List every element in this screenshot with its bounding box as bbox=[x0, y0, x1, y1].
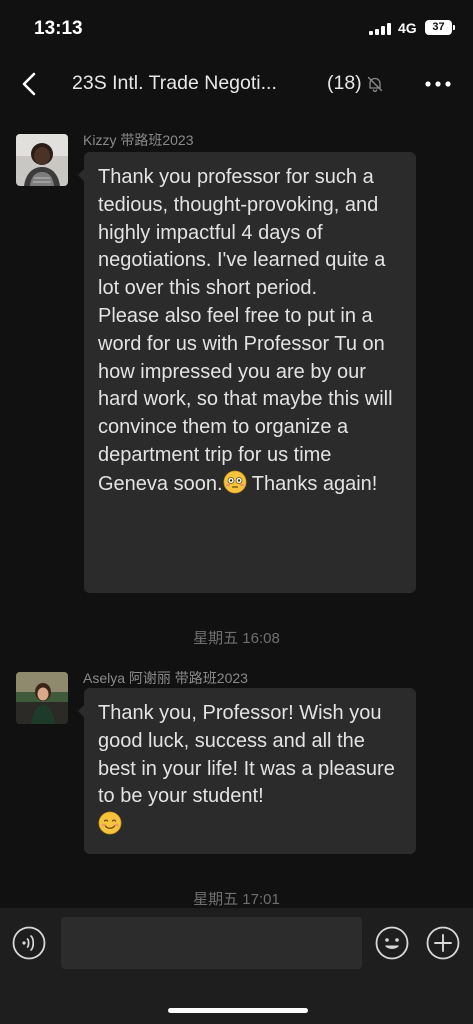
flushed-face-icon bbox=[223, 470, 246, 494]
battery-tip bbox=[453, 25, 455, 30]
message-bubble[interactable]: Thank you professor for such a tedious, … bbox=[78, 152, 416, 593]
member-count: (18) bbox=[327, 72, 362, 94]
sender-name: Kizzy 带路班2023 bbox=[83, 132, 194, 148]
smiling-face-icon bbox=[98, 811, 122, 835]
ellipsis-icon bbox=[425, 81, 451, 87]
emoji-icon bbox=[375, 926, 409, 960]
input-bar bbox=[0, 908, 473, 1024]
plus-icon bbox=[426, 926, 460, 960]
message-text: Thank you, Professor! Wish you good luck… bbox=[98, 702, 395, 808]
message-text: Please also feel free to put in a word f… bbox=[98, 304, 393, 495]
message-text: Thank you professor for such a tedious, … bbox=[98, 166, 386, 300]
avatar[interactable] bbox=[16, 134, 68, 186]
chevron-left-icon bbox=[22, 72, 36, 96]
status-bar: 13:13 4G 37 bbox=[0, 0, 473, 58]
battery-level: 37 bbox=[432, 21, 445, 33]
sender-name: Aselya 阿谢丽 带路班2023 bbox=[83, 670, 248, 686]
chat-title[interactable]: 23S Intl. Trade Negoti... bbox=[72, 72, 277, 95]
message-bubble[interactable]: Thank you, Professor! Wish you good luck… bbox=[78, 688, 416, 854]
home-indicator[interactable] bbox=[168, 1008, 308, 1013]
voice-icon bbox=[12, 926, 46, 960]
voice-button[interactable] bbox=[12, 926, 46, 960]
nav-bar: 23S Intl. Trade Negoti... (18) bbox=[0, 58, 473, 110]
status-time: 13:13 bbox=[34, 18, 83, 39]
emoji-button[interactable] bbox=[375, 926, 409, 960]
chat-screen: 13:13 4G 37 23S Intl. Trade Negoti... (1… bbox=[0, 0, 473, 1024]
message-input[interactable] bbox=[61, 917, 362, 969]
bell-muted-icon bbox=[367, 76, 383, 93]
message-text: Thanks again! bbox=[246, 472, 378, 495]
battery-icon: 37 bbox=[425, 20, 452, 35]
time-separator: 星期五 17:01 bbox=[193, 891, 280, 908]
back-button[interactable] bbox=[12, 64, 48, 104]
signal-icon bbox=[369, 23, 391, 35]
more-button[interactable] bbox=[420, 68, 456, 100]
avatar[interactable] bbox=[16, 672, 68, 724]
network-type: 4G bbox=[398, 20, 417, 36]
more-functions-button[interactable] bbox=[426, 926, 460, 960]
time-separator: 星期五 16:08 bbox=[193, 630, 280, 647]
